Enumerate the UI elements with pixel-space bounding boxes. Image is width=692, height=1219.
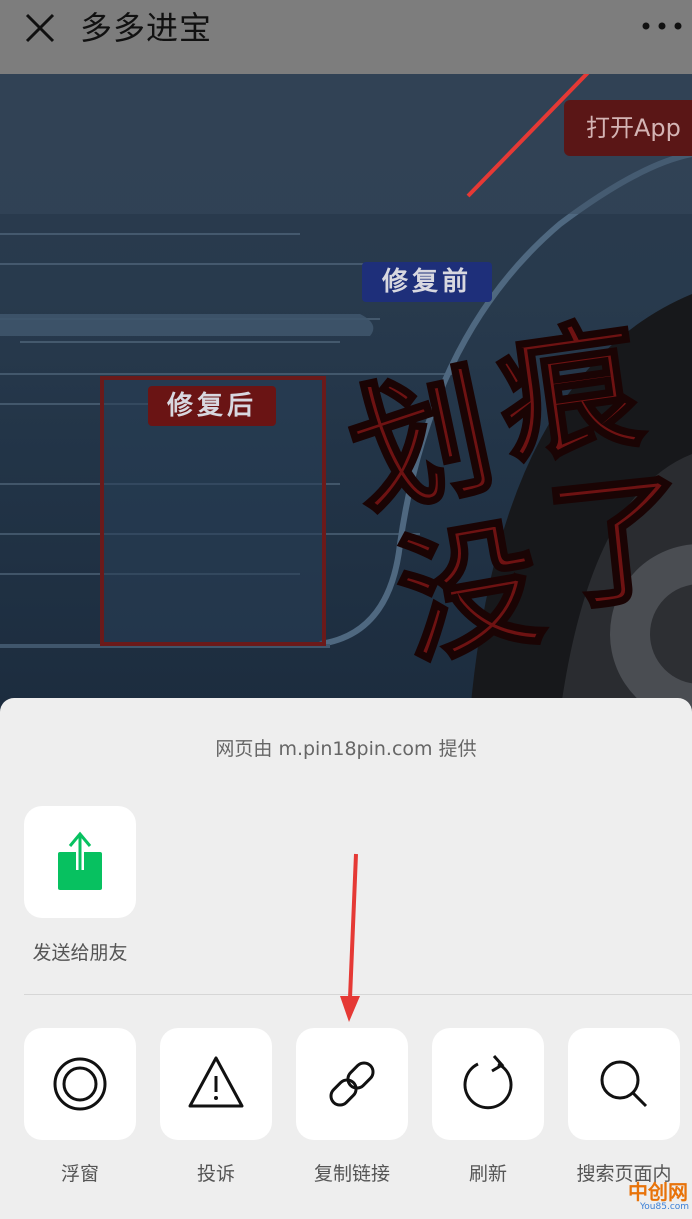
refresh-icon [463,1055,513,1110]
floating-window-icon [53,1057,107,1111]
share-sheet: 网页由 m.pin18pin.com 提供 发送给朋友 浮窗 投诉 复制链接 刷… [0,698,692,1219]
warning-triangle-icon [188,1056,244,1108]
send-to-friend-label: 发送给朋友 [32,942,128,964]
link-icon [329,1061,375,1107]
webpage-content: 打开App 修复前 修复后 划 痕 没 了 [0,74,692,714]
more-dots-icon[interactable] [640,18,684,34]
annotation-arrow [466,74,590,198]
floating-window-button[interactable] [24,1028,136,1140]
search-icon [600,1060,648,1108]
refresh-button[interactable] [432,1028,544,1140]
complain-button[interactable] [160,1028,272,1140]
search-in-page-button[interactable] [568,1028,680,1140]
copy-link-button[interactable] [296,1028,408,1140]
title-bar: 多多进宝 [0,0,692,74]
floating-window-label: 浮窗 [60,1163,99,1185]
send-to-friend-button[interactable] [24,806,136,918]
watermark-text: 中创网 [628,1180,688,1204]
refresh-label: 刷新 [468,1163,507,1185]
share-to-friend-icon [58,831,102,890]
sheet-divider [24,994,692,995]
provider-text: 网页由 m.pin18pin.com 提供 [215,738,477,760]
copy-link-label: 复制链接 [313,1163,390,1185]
complain-label: 投诉 [196,1163,235,1185]
watermark-sub: You85.com [640,1202,690,1212]
close-icon[interactable] [22,10,58,46]
page-title: 多多进宝 [80,9,213,47]
